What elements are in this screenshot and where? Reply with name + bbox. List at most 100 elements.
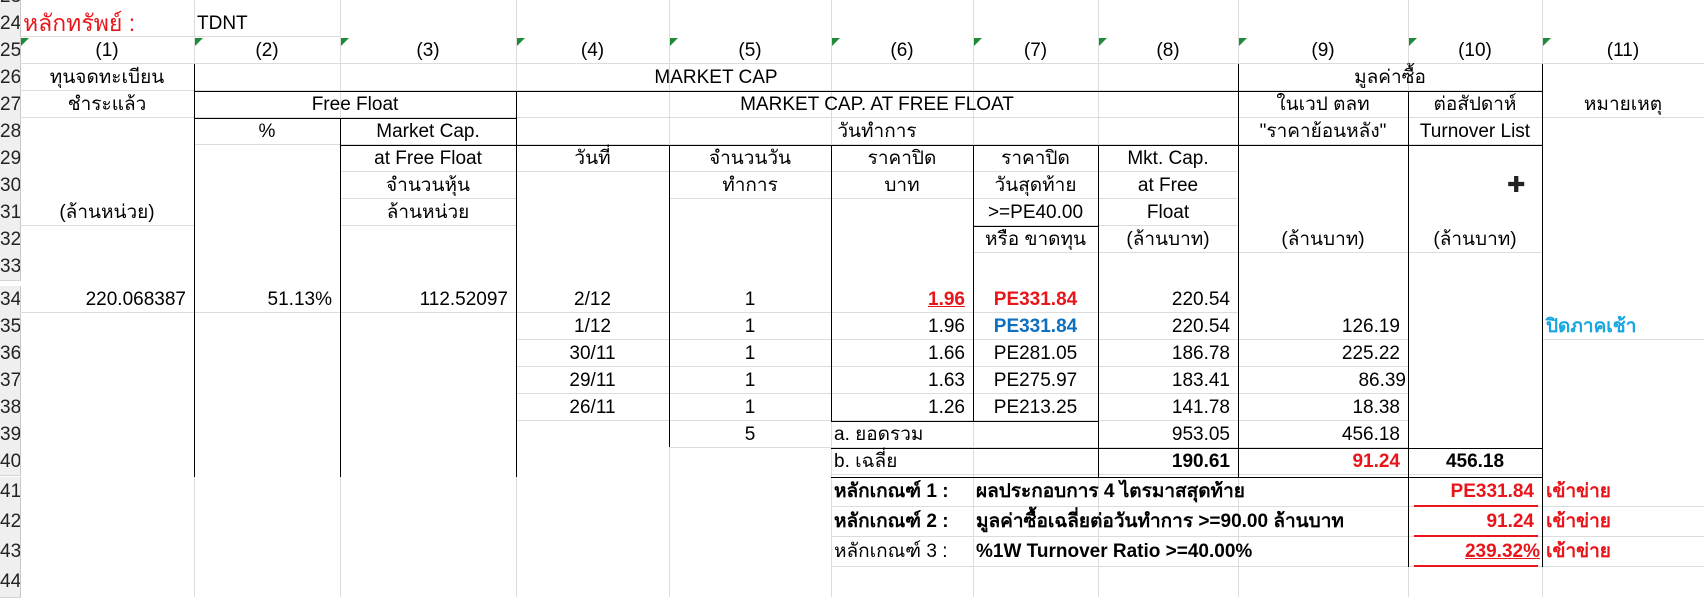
paid-up-value[interactable]: 220.068387 [20, 286, 194, 313]
header-free-float[interactable]: Free Float [194, 91, 516, 118]
close-price[interactable]: 1.96 [831, 286, 973, 313]
header-million-baht[interactable]: (ล้านบาท) [1408, 226, 1542, 253]
header-remarks[interactable]: หมายเหตุ [1542, 91, 1704, 118]
header-per-week[interactable]: ต่อสัปดาห์ [1408, 91, 1542, 118]
mkt-cap-value[interactable]: 141.78 [1098, 394, 1238, 421]
row-header[interactable]: 27 [0, 91, 21, 119]
security-value[interactable]: TDNT [194, 10, 340, 37]
trade-days[interactable]: 1 [669, 367, 831, 394]
trade-days[interactable]: 1 [669, 340, 831, 367]
purchase-value[interactable]: 126.19 [1238, 313, 1408, 340]
row-header[interactable]: 42 [0, 507, 21, 538]
row-header[interactable]: 33 [0, 253, 21, 281]
spreadsheet-grid[interactable]: 23 24 หลักทรัพย์ : TDNT 25 (1) (2) (3) (… [0, 0, 1704, 598]
comment-marker-icon[interactable] [21, 38, 29, 46]
row-header[interactable]: 30 [0, 172, 21, 200]
row-header[interactable]: 29 [0, 145, 21, 173]
header-or-loss[interactable]: หรือ ขาดทุน [973, 226, 1098, 253]
trade-date[interactable]: 29/11 [516, 367, 669, 394]
header-purchase-value[interactable]: มูลค่าซื้อ [1238, 64, 1542, 91]
remark-text[interactable]: ปิดภาคเช้า [1542, 313, 1704, 340]
header-paid-up-unit[interactable]: (ล้านหน่วย) [20, 199, 194, 226]
mkt-cap-value[interactable]: 220.54 [1098, 286, 1238, 313]
col-number[interactable]: (4) [516, 37, 669, 64]
comment-marker-icon[interactable] [832, 38, 840, 46]
trade-days[interactable]: 1 [669, 313, 831, 340]
criteria-desc[interactable]: ผลประกอบการ 4 ไตรมาสสุดท้าย [973, 477, 1408, 507]
comment-marker-icon[interactable] [1099, 38, 1107, 46]
header-last-day[interactable]: วันสุดท้าย [973, 172, 1098, 199]
col-number[interactable]: (1) [20, 37, 194, 64]
avg-label[interactable]: b. เฉลี่ย [831, 448, 1098, 475]
pe-value[interactable]: PE281.05 [973, 340, 1098, 367]
comment-marker-icon[interactable] [1543, 38, 1551, 46]
col-number[interactable]: (2) [194, 37, 340, 64]
header-trading-days[interactable]: วันทำการ [516, 118, 1238, 145]
header-market-cap-short[interactable]: Market Cap. [340, 118, 516, 145]
row-header[interactable]: 26 [0, 64, 21, 92]
criteria-label[interactable]: หลักเกณฑ์ 3 : [831, 537, 976, 567]
free-float-percent[interactable]: 51.13% [194, 286, 340, 313]
pe-value[interactable]: PE331.84 [973, 313, 1098, 340]
header-at-free[interactable]: at Free [1098, 172, 1238, 199]
row-header[interactable]: 31 [0, 199, 21, 227]
weekly-total[interactable]: 456.18 [1408, 448, 1542, 475]
header-market-cap[interactable]: MARKET CAP [194, 64, 1238, 91]
criteria-desc[interactable]: มูลค่าซื้อเฉลี่ยต่อวันทำการ >=90.00 ล้าน… [973, 507, 1408, 537]
col-number[interactable]: (7) [973, 37, 1098, 64]
col-number[interactable]: (9) [1238, 37, 1408, 64]
comment-marker-icon[interactable] [974, 38, 982, 46]
pe-value[interactable]: PE275.97 [973, 367, 1098, 394]
avg-purchase[interactable]: 91.24 [1238, 448, 1408, 475]
trade-date[interactable]: 1/12 [516, 313, 669, 340]
header-baht[interactable]: บาท [831, 172, 973, 199]
mcap-ff-shares[interactable]: 112.52097 [340, 286, 516, 313]
sum-purchase[interactable]: 456.18 [1238, 421, 1408, 448]
header-web-set[interactable]: ในเวป ตลท [1238, 91, 1408, 118]
header-close-price[interactable]: ราคาปิด [831, 145, 973, 172]
avg-mkt-cap[interactable]: 190.61 [1098, 448, 1238, 475]
criteria-value[interactable]: 239.32% [1408, 537, 1542, 567]
close-price[interactable]: 1.66 [831, 340, 973, 367]
row-header[interactable]: 24 [0, 10, 21, 38]
purchase-value[interactable]: 18.38 [1238, 394, 1408, 421]
header-percent[interactable]: % [194, 118, 340, 145]
row-header[interactable]: 32 [0, 226, 21, 254]
col-number[interactable]: (6) [831, 37, 973, 64]
comment-marker-icon[interactable] [341, 38, 349, 46]
pe-value[interactable]: PE331.84 [973, 286, 1098, 313]
sum-mkt-cap[interactable]: 953.05 [1098, 421, 1238, 448]
pe-value[interactable]: PE213.25 [973, 394, 1098, 421]
row-header[interactable]: 34 [0, 286, 21, 314]
trade-days[interactable]: 1 [669, 286, 831, 313]
header-date[interactable]: วันที่ [516, 145, 669, 172]
close-price[interactable]: 1.26 [831, 394, 973, 421]
header-million-units[interactable]: ล้านหน่วย [340, 199, 516, 226]
header-num-days[interactable]: จำนวนวัน [669, 145, 831, 172]
criteria-result[interactable]: เข้าข่าย [1542, 477, 1704, 507]
header-mcap-free-float[interactable]: MARKET CAP. AT FREE FLOAT [516, 91, 1238, 118]
criteria-label[interactable]: หลักเกณฑ์ 2 : [831, 507, 976, 537]
criteria-result[interactable]: เข้าข่าย [1542, 537, 1704, 567]
header-backdated-price[interactable]: "ราคาย้อนหลัง" [1238, 118, 1408, 145]
col-number[interactable]: (5) [669, 37, 831, 64]
total-days[interactable]: 5 [669, 421, 831, 448]
criteria-value[interactable]: PE331.84 [1408, 477, 1542, 507]
header-paid-up-2[interactable]: ชำระแล้ว [20, 91, 194, 118]
comment-marker-icon[interactable] [517, 38, 525, 46]
trade-days[interactable]: 1 [669, 394, 831, 421]
security-label[interactable]: หลักทรัพย์ : [20, 10, 194, 37]
row-header[interactable]: 43 [0, 537, 21, 568]
comment-marker-icon[interactable] [670, 38, 678, 46]
row-header[interactable]: 44 [0, 567, 21, 598]
header-trading[interactable]: ทำการ [669, 172, 831, 199]
criteria-value[interactable]: 91.24 [1408, 507, 1542, 537]
row-header[interactable]: 40 [0, 448, 21, 476]
comment-marker-icon[interactable] [195, 38, 203, 46]
col-number[interactable]: (11) [1542, 37, 1704, 64]
header-mkt-cap[interactable]: Mkt. Cap. [1098, 145, 1238, 172]
row-header[interactable]: 25 [0, 37, 21, 65]
comment-marker-icon[interactable] [1239, 38, 1247, 46]
trade-date[interactable]: 30/11 [516, 340, 669, 367]
trade-date[interactable]: 26/11 [516, 394, 669, 421]
